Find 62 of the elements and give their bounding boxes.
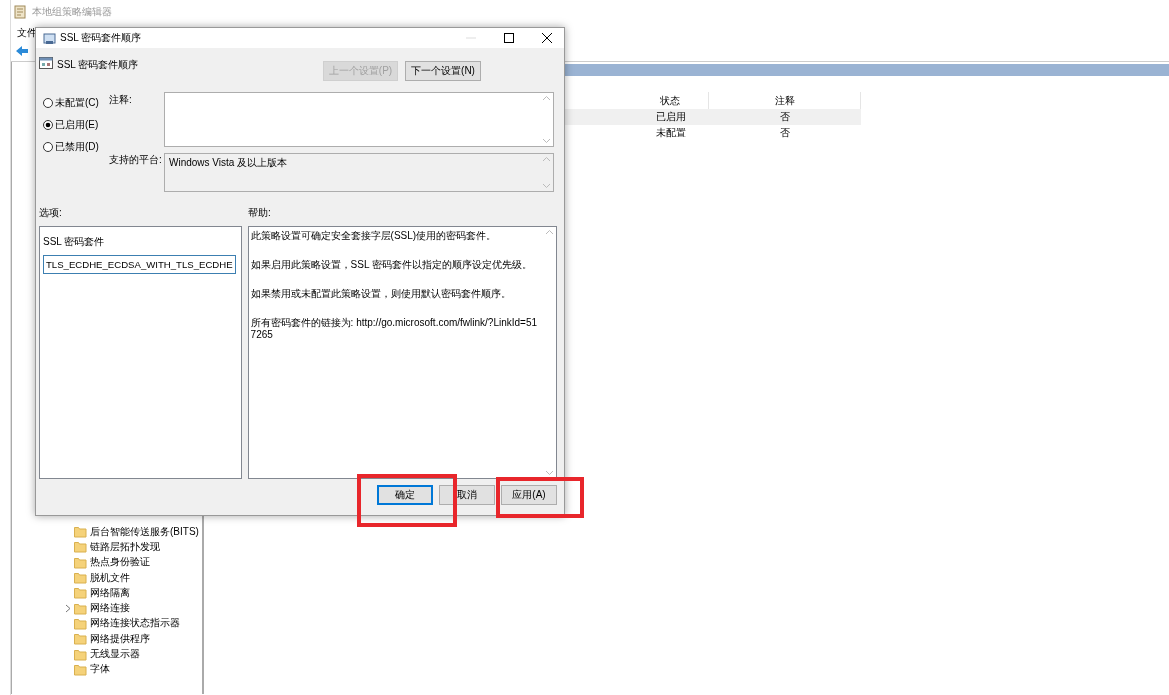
radio-label[interactable]: 已启用(E) — [55, 118, 99, 132]
folder-icon — [74, 632, 87, 646]
folder-icon — [74, 647, 87, 661]
window-title: 本地组策略编辑器 — [32, 5, 112, 19]
folder-icon — [74, 555, 87, 569]
help-text: 所有密码套件的链接为: http://go.microsoft.com/fwlink/?LinkId=517265 — [250, 317, 539, 341]
radio-label[interactable]: 已禁用(D) — [55, 140, 99, 154]
tree-item[interactable]: 网络隔离 — [90, 585, 130, 600]
tree-item[interactable]: 脱机文件 — [90, 570, 130, 585]
tree-item[interactable]: 网络连接 — [90, 601, 130, 616]
section-label: 选项: — [39, 206, 63, 220]
close-icon — [542, 33, 552, 43]
help-text: 如果禁用或未配置此策略设置，则使用默认密码套件顺序。 — [250, 288, 512, 300]
tree-item[interactable]: 字体 — [90, 662, 110, 677]
input-field[interactable]: TLS_ECDHE_ECDSA_WITH_TLS_ECDHE — [43, 255, 236, 274]
apply-button[interactable]: 应用(A) — [501, 485, 557, 505]
tree-item[interactable]: 网络连接状态指示器 — [90, 616, 180, 631]
next-setting-button[interactable]: 下一个设置(N) — [405, 61, 481, 81]
scroll-down-icon — [542, 183, 551, 189]
cancel-button[interactable]: 取消 — [439, 485, 495, 505]
setting-heading: SSL 密码套件顺序 — [57, 58, 139, 72]
help-text: 此策略设置可确定安全套接字层(SSL)使用的密码套件。 — [250, 230, 498, 242]
folder-icon — [74, 616, 87, 630]
scroll-down-icon — [545, 470, 554, 476]
tree-item[interactable]: 无线显示器 — [90, 647, 140, 661]
radio-button[interactable] — [43, 120, 53, 130]
folder-icon — [74, 525, 87, 539]
tree-item[interactable]: 后台智能传送服务(BITS) — [90, 524, 199, 539]
radio-button[interactable] — [43, 98, 53, 108]
field-label: 支持的平台: — [109, 153, 163, 167]
tree-item[interactable]: 链路层拓扑发现 — [90, 539, 160, 554]
comment-field[interactable] — [164, 92, 554, 147]
chevron-right-icon — [65, 603, 71, 613]
scroll-down-icon — [542, 138, 551, 144]
option-label: SSL 密码套件 — [43, 235, 106, 249]
table-cell-text: 否 — [779, 126, 791, 140]
folder-icon — [74, 586, 87, 600]
ok-button[interactable]: 确定 — [377, 485, 433, 505]
policy-icon — [43, 31, 56, 45]
table-cell-text: 未配置 — [654, 126, 687, 140]
section-label: 帮助: — [248, 206, 271, 220]
tree-item[interactable]: 热点身份验证 — [90, 555, 150, 570]
scroll-up-icon — [542, 95, 551, 101]
folder-icon — [74, 662, 87, 676]
radio-button[interactable] — [43, 142, 53, 152]
folder-icon — [74, 571, 87, 585]
table-cell-text: 已启用 — [654, 110, 687, 124]
scroll-up-icon — [542, 156, 551, 162]
dialog-title: SSL 密码套件顺序 — [60, 31, 142, 45]
settings-window-icon — [39, 56, 53, 70]
folder-icon — [74, 601, 87, 615]
maximize-icon — [504, 33, 514, 43]
platform-field: Windows Vista 及以上版本 — [164, 153, 554, 192]
radio-label[interactable]: 未配置(C) — [55, 96, 99, 110]
back-arrow-icon — [15, 45, 29, 57]
table-cell-text: 否 — [779, 110, 791, 124]
field-label: 注释: — [109, 93, 133, 107]
help-text: 如果启用此策略设置，SSL 密码套件以指定的顺序设定优先级。 — [250, 259, 533, 271]
tree-item[interactable]: 网络提供程序 — [90, 631, 150, 646]
scroll-up-icon — [545, 229, 554, 235]
notebook-icon — [13, 5, 27, 19]
folder-icon — [74, 540, 87, 554]
